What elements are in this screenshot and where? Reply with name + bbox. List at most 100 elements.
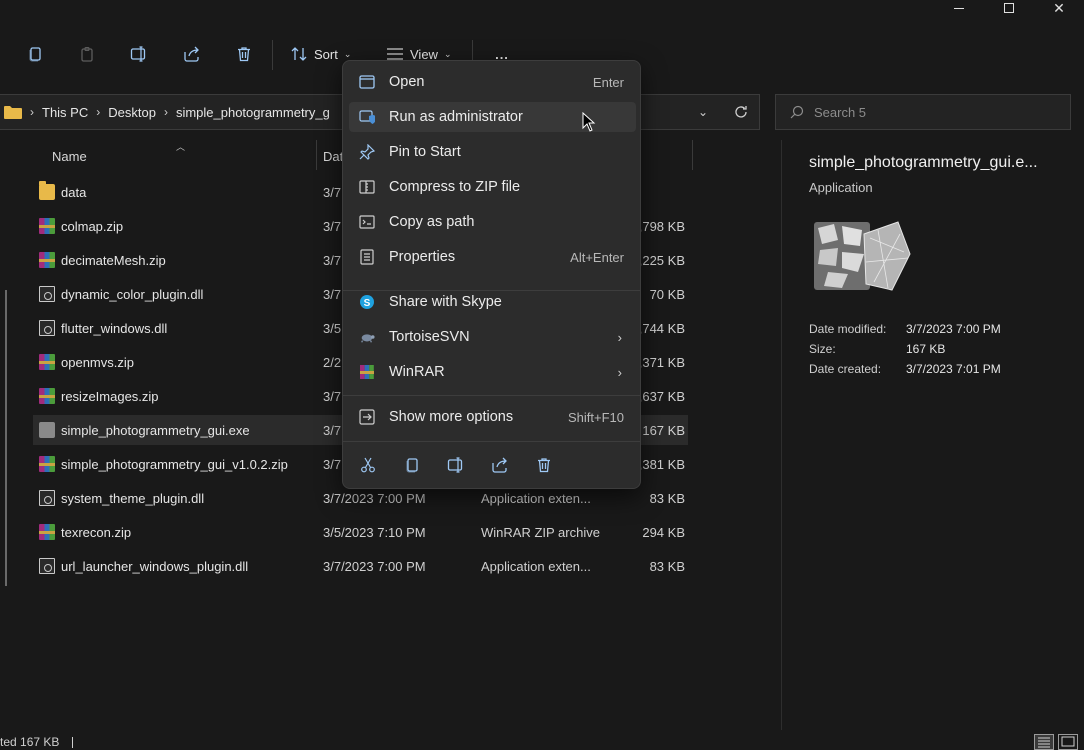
details-value: 167 KB [906,342,946,356]
column-header-name[interactable]: Name [52,149,87,171]
breadcrumb-desktop[interactable]: Desktop [108,105,156,120]
properties-icon [359,249,375,265]
maximize-icon [1004,3,1014,13]
file-size: 83 KB [649,490,685,506]
sort-ascending-icon: ︿ [176,142,186,152]
menu-item-label: Open [389,74,425,90]
copy-icon [406,458,418,473]
file-name: dynamic_color_plugin.dll [61,286,204,302]
delete-button[interactable] [231,40,257,68]
file-row[interactable]: url_launcher_windows_plugin.dll 3/7/2023 … [33,551,688,581]
refresh-icon [735,106,747,118]
chevron-right-icon: › [96,105,101,119]
tiles-view-button[interactable] [1058,734,1078,750]
shield-icon [359,109,375,125]
refresh-button[interactable] [734,95,748,129]
details-label: Date created: [809,362,882,376]
column-divider[interactable] [692,140,693,170]
file-date: 3/7 [323,184,342,200]
menu-item-open[interactable]: Open Enter [349,67,636,97]
file-name: openmvs.zip [61,354,134,370]
minimize-button[interactable] [936,0,982,16]
file-name: url_launcher_windows_plugin.dll [61,558,249,574]
zip-compress-icon [359,179,375,195]
menu-item-compress-to-zip-file[interactable]: Compress to ZIP file [349,172,636,202]
rename-button[interactable] [126,40,152,68]
rename-button[interactable] [444,453,468,477]
file-name: flutter_windows.dll [61,320,168,336]
paste-icon [81,46,93,62]
close-icon: ✕ [1053,0,1065,16]
trash-icon [238,47,250,62]
details-label: Size: [809,342,836,356]
share-button[interactable] [179,40,205,68]
chevron-down-icon: ⌄ [443,48,452,59]
file-size: 167 KB [642,422,685,438]
file-name: simple_photogrammetry_gui.exe [61,422,250,438]
copy-button[interactable] [22,40,48,68]
column-header-date[interactable]: Dat [323,149,343,171]
address-history-button[interactable]: ⌄ [698,95,708,129]
file-size: ,637 KB [638,388,685,404]
file-row[interactable]: texrecon.zip 3/5/2023 7:10 PM WinRAR ZIP a… [33,517,688,547]
menu-item-label: TortoiseSVN [389,329,470,345]
cut-button[interactable] [356,453,380,477]
menu-item-show-more-options[interactable]: Show more options Shift+F10 [349,402,636,432]
details-view-button[interactable] [1034,734,1054,750]
menu-item-label: Properties [389,249,456,265]
menu-separator [343,395,640,396]
copy-path-icon [359,214,375,230]
column-divider[interactable] [316,140,317,170]
details-value: 3/7/2023 7:01 PM [906,362,1001,376]
menu-item-label: Pin to Start [389,144,461,160]
application-thumbnail [808,218,918,298]
search-box[interactable]: Search 5 [775,94,1071,130]
tortoise-icon [359,329,375,345]
breadcrumb-this-pc[interactable]: This PC [42,105,88,120]
file-date: 2/2 [323,354,342,370]
menu-item-copy-as-path[interactable]: Copy as path [349,207,636,237]
pin-icon [359,144,375,160]
copy-button[interactable] [400,453,424,477]
dll-file-icon [39,286,55,302]
share-icon [492,457,507,473]
exe-file-icon [39,422,55,438]
file-name: colmap.zip [61,218,124,234]
file-date: 3/7 [323,218,342,234]
details-view-icon [1038,737,1050,748]
rename-icon [447,457,463,473]
file-size: ,744 KB [638,320,685,336]
menu-item-label: Compress to ZIP file [389,179,521,195]
breadcrumb-current-folder[interactable]: simple_photogrammetry_g [176,105,330,120]
file-size: 83 KB [649,558,685,574]
close-button[interactable]: ✕ [1036,0,1082,16]
chevron-down-icon: ⌄ [343,48,352,59]
file-date: 3/7 [323,252,342,268]
mouse-cursor [582,111,596,135]
paste-button[interactable] [74,40,100,68]
context-menu: Open Enter Run as administrator Pin to Star… [342,60,641,489]
file-date: 3/7 [323,456,342,472]
file-date: 3/5/2023 7:10 PM [323,524,426,540]
menu-item-pin-to-start[interactable]: Pin to Start [349,137,636,167]
menu-item-share-with-skype[interactable]: S Share with Skype [349,287,636,317]
file-size: ,225 KB [638,252,685,268]
file-type: Application exten... [481,558,591,574]
file-size: ,381 KB [638,456,685,472]
details-title: simple_photogrammetry_gui.e... [809,154,1038,171]
delete-button[interactable] [532,453,556,477]
file-name: system_theme_plugin.dll [61,490,205,506]
share-button[interactable] [488,453,512,477]
maximize-button[interactable] [986,0,1032,16]
file-name: texrecon.zip [61,524,132,540]
menu-item-tortoisesvn[interactable]: TortoiseSVN › [349,322,636,352]
menu-item-properties[interactable]: Properties Alt+Enter [349,242,636,272]
sort-icon [291,47,307,61]
folder-icon [4,105,22,119]
winrar-zip-icon [39,218,55,234]
menu-item-winrar[interactable]: WinRAR › [349,357,636,387]
chevron-right-icon: › [163,105,168,119]
folder-icon [39,181,55,200]
menu-separator [343,290,640,291]
navigation-scrollbar[interactable] [5,290,7,586]
